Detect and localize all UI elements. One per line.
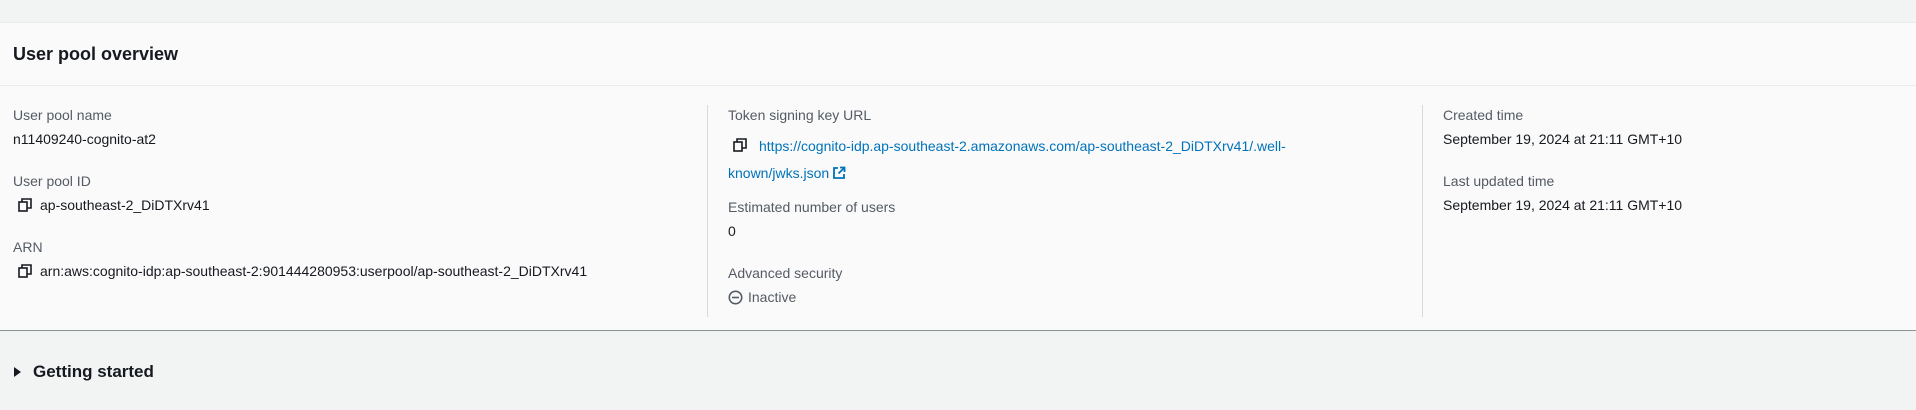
estimated-users-value: 0 <box>728 223 736 239</box>
token-signing-key-url-link-line1[interactable]: https://cognito-idp.ap-southeast-2.amazo… <box>759 138 1286 154</box>
arn-value: arn:aws:cognito-idp:ap-southeast-2:90144… <box>40 263 588 279</box>
last-updated-time-label: Last updated time <box>1443 173 1555 189</box>
created-time-value: September 19, 2024 at 21:11 GMT+10 <box>1443 131 1683 147</box>
getting-started-title[interactable]: Getting started <box>33 362 154 382</box>
column-divider <box>1422 105 1423 317</box>
arn-field: ARN arn:aws:cognito-idp:ap-southeast-2:9… <box>13 238 587 280</box>
estimated-users-label: Estimated number of users <box>728 199 896 215</box>
user-pool-name-value: n11409240-cognito-at2 <box>13 131 156 147</box>
advanced-security-status: Inactive <box>728 288 842 306</box>
panel-title: User pool overview <box>13 43 179 64</box>
arn-row: arn:aws:cognito-idp:ap-southeast-2:90144… <box>13 262 587 280</box>
advanced-security-field: Advanced security Inactive <box>728 264 842 306</box>
last-updated-time-field: Last updated time September 19, 2024 at … <box>1443 172 1682 214</box>
user-pool-id-row: ap-southeast-2_DiDTXrv41 <box>13 196 210 214</box>
copy-icon[interactable] <box>18 264 32 278</box>
getting-started-expander[interactable]: Getting started <box>0 348 1916 410</box>
overview-columns: User pool name n11409240-cognito-at2 Use… <box>0 86 1916 331</box>
caret-right-icon[interactable] <box>14 367 21 377</box>
last-updated-time-value: September 19, 2024 at 21:11 GMT+10 <box>1443 197 1683 213</box>
top-strip <box>0 0 1916 22</box>
token-signing-key-url-link-line2[interactable]: known/jwks.json <box>728 165 829 181</box>
copy-icon[interactable] <box>733 138 747 152</box>
panel-header: User pool overview <box>0 23 1916 86</box>
created-time-field: Created time September 19, 2024 at 21:11… <box>1443 106 1682 148</box>
copy-icon[interactable] <box>18 198 32 212</box>
arn-label: ARN <box>13 239 43 255</box>
user-pool-id-value: ap-southeast-2_DiDTXrv41 <box>40 197 210 213</box>
estimated-users-field: Estimated number of users 0 <box>728 198 895 240</box>
user-pool-overview-panel: User pool overview User pool name n11409… <box>0 22 1916 331</box>
created-time-label: Created time <box>1443 107 1524 123</box>
overview-column-3: Created time September 19, 2024 at 21:11… <box>1443 86 1903 321</box>
user-pool-name-label: User pool name <box>13 107 112 123</box>
inactive-status-icon <box>728 290 743 304</box>
external-link-icon[interactable] <box>832 166 846 180</box>
user-pool-id-label: User pool ID <box>13 173 91 189</box>
column-divider <box>707 105 708 317</box>
overview-column-1: User pool name n11409240-cognito-at2 Use… <box>13 86 705 321</box>
token-signing-key-url-field: Token signing key URL https://cognito-id… <box>728 106 1368 187</box>
advanced-security-value: Inactive <box>748 289 797 305</box>
overview-column-2: Token signing key URL https://cognito-id… <box>728 86 1408 321</box>
advanced-security-label: Advanced security <box>728 265 843 281</box>
user-pool-id-field: User pool ID ap-southeast-2_DiDTXrv41 <box>13 172 210 214</box>
token-signing-key-url-value: https://cognito-idp.ap-southeast-2.amazo… <box>728 133 1368 187</box>
user-pool-name-field: User pool name n11409240-cognito-at2 <box>13 106 156 148</box>
token-signing-key-url-label: Token signing key URL <box>728 107 872 123</box>
